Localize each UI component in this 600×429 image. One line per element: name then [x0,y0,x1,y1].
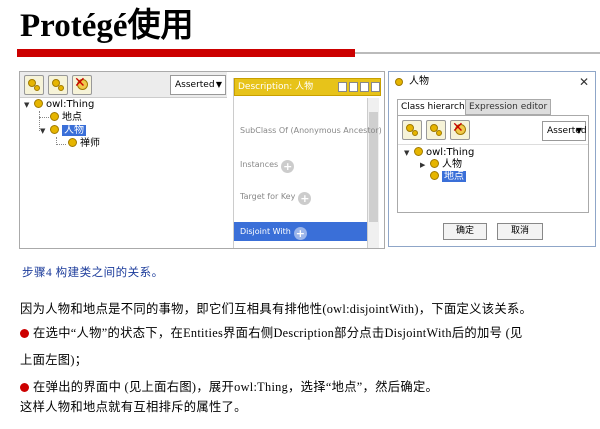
tree-node-owl-thing[interactable]: owl:Thing [414,147,474,159]
delete-class-button[interactable]: ✕ [72,75,92,95]
description-header: Description: 人物 [234,78,381,96]
class-icon [50,112,59,121]
tree-connector [39,117,49,118]
tree-connector [56,144,66,145]
row-label: Disjoint With [240,227,291,236]
add-key-plus-icon[interactable]: + [298,192,312,205]
add-instance-plus-icon[interactable]: + [281,160,295,173]
delete-x-icon: ✕ [452,120,464,136]
class-tree: ▼ owl:Thing 地点 ▼ 人物 禅师 [20,99,227,248]
asserted-select[interactable]: Asserted ▼ [170,75,226,95]
row-instances: Instances + [240,158,295,173]
dialog-title: 人物 [409,76,429,87]
add-disjoint-plus-icon[interactable]: + [293,227,307,240]
title-underline-gray [355,52,600,54]
description-panel: Description: 人物 SubClass Of (Anonymous A… [233,78,382,248]
tree-node-person[interactable]: 人物 [50,125,86,137]
dialog-titlebar: 人物 ✕ [389,72,595,92]
add-sibling-icon-small [58,85,64,91]
cancel-button[interactable]: 取消 [497,223,543,240]
paragraph-bullet-1-cont: 上面左图)； [20,353,88,367]
collapse-triangle-icon[interactable]: ▼ [404,149,409,157]
header-button-4[interactable] [371,82,380,92]
page-title: Protégé使用 [20,8,194,44]
chevron-down-icon: ▼ [575,126,582,135]
paragraph-conclusion: 这样人物和地点就有互相排斥的属性了。 [20,400,247,414]
tree-node-label-selected: 人物 [62,125,86,136]
tree-node-label: 地点 [62,112,82,123]
row-label: Target for Key [240,192,296,201]
close-icon[interactable]: ✕ [579,72,589,92]
asserted-select[interactable]: Asserted ▼ [542,121,587,141]
paragraph-bullet-2: 在弹出的界面中 (见上面右图)，展开owl:Thing，选择“地点”，然后确定。 [33,380,439,394]
title-underline [17,49,355,57]
add-subclass-icon-small [34,85,40,91]
class-icon [414,147,423,156]
add-sibling-button[interactable] [48,75,68,95]
disjoint-class-dialog: 人物 ✕ Class hierarchy Expression editor ✕… [388,71,596,247]
bullet-marker [20,329,29,338]
tree-node-person[interactable]: 人物 [430,159,462,171]
collapse-triangle-icon[interactable]: ▼ [24,101,29,109]
class-icon [430,159,439,168]
row-label: Instances [240,160,279,169]
tree-node-label: owl:Thing [46,99,95,110]
row-subclass-of-anonymous: SubClass Of (Anonymous Ancestor) [240,126,382,135]
paragraph-bullet-1: 在选中“人物”的状态下，在Entities界面右侧Description部分点击… [33,326,523,340]
class-toolbar: ✕ Asserted ▼ [20,72,227,98]
asserted-select-value: Asserted [175,80,215,90]
class-icon [395,78,403,86]
header-button-1[interactable] [338,82,347,92]
divider [398,144,588,145]
tab-class-hierarchy[interactable]: Class hierarchy [397,99,474,115]
description-title: Description: 人物 [238,82,314,92]
tree-node-label: owl:Thing [426,147,475,158]
collapse-triangle-icon[interactable]: ▼ [40,127,45,135]
delete-x-icon: ✕ [74,75,86,91]
class-icon [68,138,77,147]
chevron-down-icon: ▼ [215,80,222,89]
class-icon [50,125,59,134]
tree-node-label-selected: 地点 [442,171,466,182]
delete-class-button[interactable]: ✕ [450,120,470,140]
tree-node-label: 人物 [442,159,462,170]
class-icon [430,171,439,180]
header-button-3[interactable] [360,82,369,92]
add-subclass-icon-small [412,130,418,136]
header-button-2[interactable] [349,82,358,92]
add-sibling-button[interactable] [426,120,446,140]
tree-node-label: 禅师 [80,138,100,149]
add-subclass-button[interactable] [402,120,422,140]
tree-node-place[interactable]: 地点 [50,112,82,124]
add-subclass-button[interactable] [24,75,44,95]
description-scrollbar[interactable] [367,98,379,248]
expand-triangle-icon[interactable]: ▶ [420,161,425,169]
ok-button[interactable]: 确定 [443,223,487,240]
paragraph-intro: 因为人物和地点是不同的事物，即它们互相具有排他性(owl:disjointWit… [20,302,533,316]
class-icon [34,99,43,108]
tree-node-place[interactable]: 地点 [430,171,466,183]
tree-node-owl-thing[interactable]: owl:Thing [34,99,94,111]
tree-node-zen-master[interactable]: 禅师 [68,138,100,150]
class-hierarchy-panel: ✕ Asserted ▼ ▼ owl:Thing ▶ 人物 地点 [397,115,589,213]
step-heading: 步骤4 构建类之间的关系。 [22,267,164,279]
tab-expression-editor[interactable]: Expression editor [465,99,552,115]
protege-entities-panel: ✕ Asserted ▼ ▼ owl:Thing 地点 ▼ 人物 禅师 Desc… [19,71,385,249]
row-target-for-key: Target for Key + [240,190,312,205]
bullet-marker [20,383,29,392]
row-disjoint-with: Disjoint With + [234,222,367,241]
add-sibling-icon-small [436,130,442,136]
